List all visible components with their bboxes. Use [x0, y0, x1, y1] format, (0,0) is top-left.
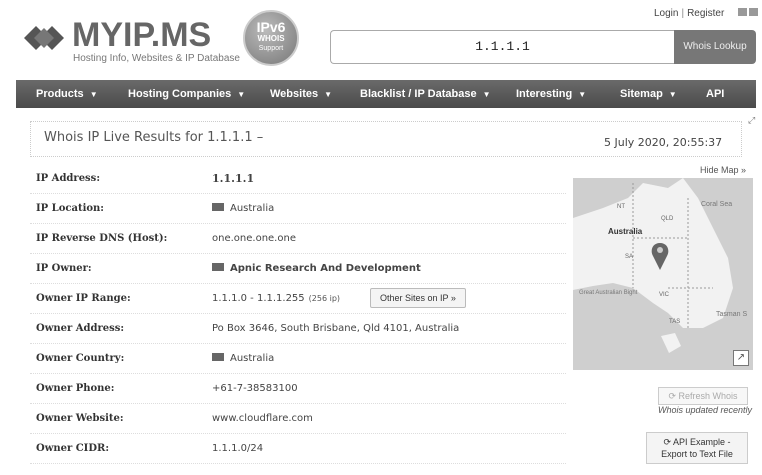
refresh-whois-button[interactable]: ⟳ Refresh Whois [658, 387, 748, 405]
open-map-icon[interactable]: ↗ [733, 350, 749, 366]
row-ip-address: IP Address: 1.1.1.1 [30, 164, 566, 194]
row-label: IP Reverse DNS (Host): [36, 233, 168, 244]
logo-title[interactable]: MYIP.MS [72, 18, 211, 52]
language-flags[interactable] [738, 8, 758, 16]
chevron-down-icon: ▼ [668, 90, 677, 99]
map-label-tas: TAS [669, 319, 680, 325]
map-label-australia: Australia [608, 227, 643, 236]
map-label-sa: SA [625, 254, 633, 260]
row-label: Owner IP Range: [36, 293, 131, 304]
chevron-down-icon: ▼ [89, 90, 98, 99]
chevron-down-icon: ▼ [237, 90, 246, 99]
row-owner-ip-range: Owner IP Range: 1.1.1.0 - 1.1.1.255 (256 … [30, 284, 566, 314]
ipv6-whois-badge[interactable]: IPv6 WHOIS Support [243, 10, 299, 66]
main-nav: Products ▼ Hosting Companies ▼ Websites ▼ B… [16, 80, 756, 108]
row-owner-phone: Owner Phone: +61-7-38583100 [30, 374, 566, 404]
chevron-down-icon: ▼ [324, 90, 333, 99]
row-label: Owner Address: [36, 323, 125, 334]
register-link[interactable]: Register [687, 8, 724, 19]
nav-products[interactable]: Products ▼ [36, 88, 98, 100]
owner-website-link[interactable]: www.cloudflare.com [212, 413, 313, 424]
map-label-nt: NT [617, 204, 625, 210]
map-label-qld: QLD [661, 216, 674, 222]
whois-updated-note: Whois updated recently [658, 405, 753, 415]
ip-range-count: (256 ip) [308, 294, 341, 303]
chevron-down-icon: ▼ [482, 90, 491, 99]
login-link[interactable]: Login [654, 8, 678, 19]
whois-lookup-button[interactable]: Whois Lookup [674, 30, 756, 64]
nav-hosting-companies[interactable]: Hosting Companies ▼ [128, 88, 245, 100]
results-date: 5 July 2020, 20:55:37 [604, 136, 723, 149]
map-label-vic: VIC [659, 292, 670, 298]
nav-websites[interactable]: Websites ▼ [270, 88, 332, 100]
row-owner-website: Owner Website: www.cloudflare.com [30, 404, 566, 434]
chevron-down-icon: ▼ [578, 90, 587, 99]
ip-location-value[interactable]: Australia [230, 203, 274, 214]
api-export-button[interactable]: ⟳ API Example - Export to Text File [646, 432, 748, 464]
row-label: Owner Country: [36, 353, 125, 364]
map-label-coral-sea: Coral Sea [701, 201, 732, 208]
reverse-dns-value[interactable]: one.one.one.one [212, 233, 296, 244]
owner-cidr-value: 1.1.1.0/24 [212, 443, 264, 454]
row-label: Owner Website: [36, 413, 124, 424]
owner-address-value: Po Box 3646, South Brisbane, Qld 4101, A… [212, 323, 460, 334]
badge-line3: Support [258, 45, 284, 52]
row-label: Owner CIDR: [36, 443, 110, 454]
badge-line2: WHOIS [257, 34, 285, 43]
nav-sitemap[interactable]: Sitemap ▼ [620, 88, 677, 100]
row-label: Owner Phone: [36, 383, 115, 394]
row-label: IP Location: [36, 203, 104, 214]
ip-owner-value[interactable]: Apnic Research And Development [230, 263, 421, 274]
logo-icon[interactable] [20, 18, 68, 58]
row-owner-country: Owner Country: Australia [30, 344, 566, 374]
ip-address-value: 1.1.1.1 [212, 172, 255, 185]
australia-flag-icon [212, 203, 224, 211]
row-ip-owner: IP Owner: Apnic Research And Development [30, 254, 566, 284]
row-label: IP Owner: [36, 263, 92, 274]
nav-api[interactable]: API [706, 88, 724, 100]
ip-range-value: 1.1.1.0 - 1.1.1.255 [212, 293, 305, 304]
badge-line1: IPv6 [256, 19, 286, 35]
australia-flag-icon [212, 353, 224, 361]
account-links: Login | Register [654, 8, 725, 19]
row-owner-cidr: Owner CIDR: 1.1.1.0/24 [30, 434, 566, 464]
australia-flag-icon [212, 263, 224, 271]
owner-phone-value: +61-7-38583100 [212, 383, 298, 394]
location-map[interactable]: NT Australia QLD SA Coral Sea Great Aust… [573, 178, 753, 370]
row-owner-address: Owner Address: Po Box 3646, South Brisba… [30, 314, 566, 344]
row-reverse-dns: IP Reverse DNS (Host): one.one.one.one [30, 224, 566, 254]
results-title: Whois IP Live Results for 1.1.1.1 – [44, 130, 264, 145]
other-sites-button[interactable]: Other Sites on IP » [370, 288, 466, 308]
map-label-tasman: Tasman S [716, 311, 747, 318]
logo-subtitle: Hosting Info, Websites & IP Database [73, 53, 240, 64]
map-label-bight: Great Australian Bight [579, 290, 638, 296]
row-ip-location: IP Location: Australia [30, 194, 566, 224]
nav-blacklist[interactable]: Blacklist / IP Database ▼ [360, 88, 491, 100]
owner-country-value[interactable]: Australia [230, 353, 274, 364]
nav-interesting[interactable]: Interesting ▼ [516, 88, 586, 100]
search-input[interactable]: 1.1.1.1 [330, 30, 674, 64]
hide-map-link[interactable]: Hide Map » [700, 165, 746, 175]
expand-icon[interactable]: ⤢ [748, 116, 755, 126]
row-label: IP Address: [36, 173, 101, 184]
